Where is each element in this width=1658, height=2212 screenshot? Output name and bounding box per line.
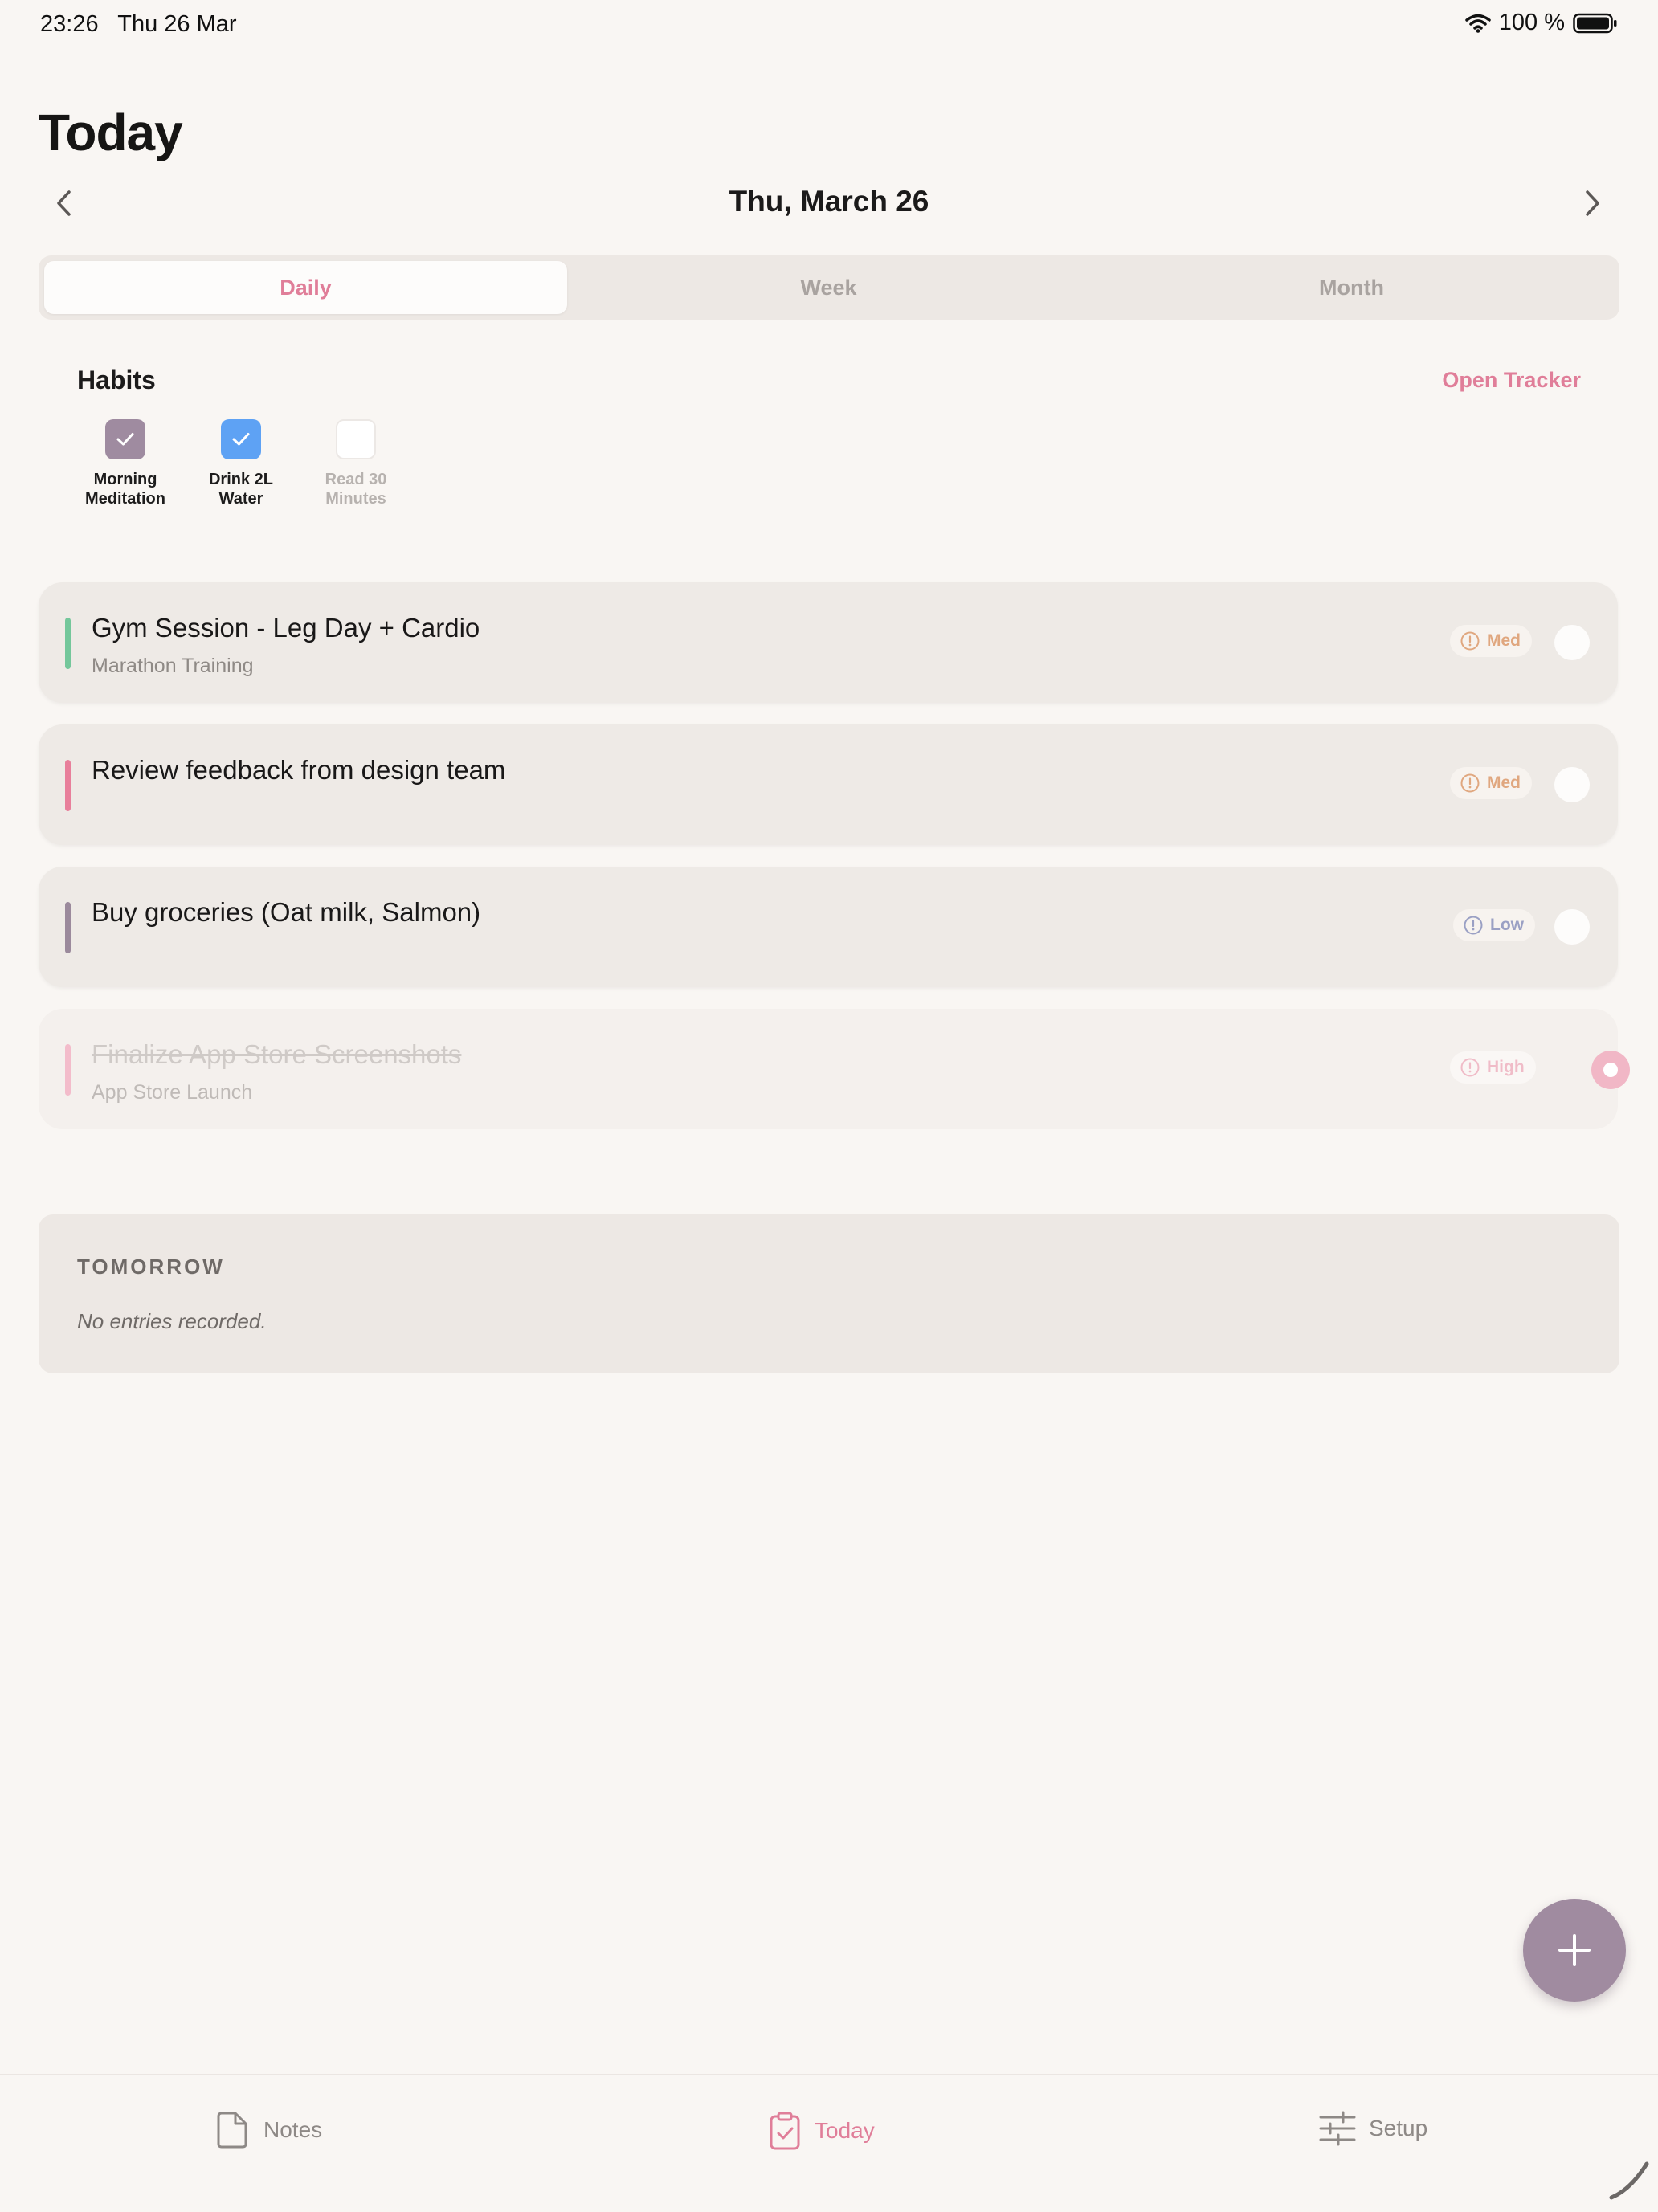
- task-title: Gym Session - Leg Day + Cardio: [92, 613, 480, 643]
- next-day-button[interactable]: [1566, 178, 1618, 229]
- priority-label: Med: [1487, 773, 1521, 792]
- priority-badge: Med: [1450, 767, 1532, 799]
- bottom-tab-bar: Notes Today Setup: [0, 2074, 1658, 2212]
- tomorrow-empty-message: No entries recorded.: [77, 1309, 267, 1333]
- habit-label: Morning Meditation: [85, 471, 165, 508]
- clipboard-check-icon: [770, 2112, 800, 2150]
- tab-label: Today: [815, 2118, 875, 2143]
- segment-week[interactable]: Week: [567, 261, 1090, 314]
- add-task-button[interactable]: [1523, 1899, 1626, 2002]
- tomorrow-section: TOMORROW No entries recorded.: [39, 1214, 1619, 1373]
- view-segmented-control: Daily Week Month: [39, 255, 1619, 320]
- task-title: Finalize App Store Screenshots: [92, 1039, 462, 1069]
- habit-checkbox[interactable]: [221, 419, 261, 459]
- task-title: Buy groceries (Oat milk, Salmon): [92, 897, 481, 927]
- document-icon: [217, 2112, 247, 2149]
- task-complete-toggle[interactable]: [1554, 909, 1590, 945]
- plus-icon: [1558, 1934, 1591, 1966]
- status-date: Thu 26 Mar: [117, 11, 237, 37]
- category-color-bar: [65, 618, 71, 669]
- task-project: App Store Launch: [92, 1081, 253, 1104]
- task-title: Review feedback from design team: [92, 755, 506, 785]
- task-project: Marathon Training: [92, 655, 254, 677]
- habit-label: Read 30 Minutes: [325, 471, 387, 508]
- chevron-right-icon: [1586, 190, 1599, 216]
- alert-circle-icon: [1460, 631, 1480, 651]
- checkmark-icon: [232, 433, 250, 446]
- priority-label: Med: [1487, 631, 1521, 650]
- task-card[interactable]: Buy groceries (Oat milk, Salmon) Low: [39, 867, 1618, 987]
- habits-heading: Habits: [77, 365, 156, 394]
- status-time: 23:26: [40, 11, 99, 37]
- priority-badge: Med: [1450, 625, 1532, 657]
- page-title: Today: [39, 104, 183, 161]
- category-color-bar: [65, 760, 71, 811]
- task-card-completed[interactable]: Finalize App Store Screenshots App Store…: [39, 1009, 1630, 1129]
- tab-label: Setup: [1369, 2116, 1428, 2141]
- battery-icon: [1573, 13, 1617, 33]
- status-bar-datetime: 23:26 Thu 26 Mar: [40, 11, 237, 38]
- task-complete-toggle[interactable]: [1591, 1051, 1630, 1089]
- priority-label: Low: [1490, 916, 1524, 934]
- current-date: Thu, March 26: [729, 185, 929, 218]
- alert-circle-icon: [1460, 1058, 1480, 1077]
- priority-label: High: [1487, 1058, 1525, 1076]
- priority-badge: Low: [1453, 909, 1535, 941]
- home-indicator-icon: [1609, 2161, 1649, 2200]
- task-card[interactable]: Review feedback from design team Med: [39, 724, 1618, 845]
- tab-setup[interactable]: Setup: [1319, 2111, 1427, 2146]
- battery-percent: 100 %: [1498, 10, 1565, 35]
- habit-label: Drink 2L Water: [208, 471, 274, 508]
- status-bar-indicators: 100 %: [1465, 10, 1618, 36]
- alert-circle-icon: [1464, 916, 1483, 935]
- category-color-bar: [65, 902, 71, 953]
- checkmark-icon: [116, 433, 134, 446]
- tab-notes[interactable]: Notes: [214, 2111, 322, 2149]
- segment-month[interactable]: Month: [1090, 261, 1613, 314]
- tomorrow-heading: TOMORROW: [77, 1255, 225, 1279]
- priority-badge: High: [1450, 1051, 1536, 1084]
- wifi-icon: [1465, 14, 1491, 33]
- task-complete-toggle[interactable]: [1554, 767, 1590, 802]
- sliders-icon: [1319, 2111, 1356, 2146]
- open-tracker-link[interactable]: Open Tracker: [1442, 368, 1581, 393]
- segment-daily[interactable]: Daily: [44, 261, 567, 314]
- category-color-bar: [65, 1044, 71, 1096]
- habit-checkbox[interactable]: [336, 419, 376, 459]
- tab-today[interactable]: Today: [768, 2111, 875, 2151]
- habit-checkbox[interactable]: [105, 419, 145, 459]
- task-card[interactable]: Gym Session - Leg Day + Cardio Marathon …: [39, 582, 1618, 703]
- task-complete-toggle[interactable]: [1554, 625, 1590, 660]
- tab-label: Notes: [263, 2117, 323, 2142]
- habit-read-30-minutes: Read 30 Minutes: [298, 419, 414, 508]
- alert-circle-icon: [1460, 773, 1480, 793]
- habit-drink-water: Drink 2L Water: [183, 419, 299, 508]
- habit-morning-meditation: Morning Meditation: [67, 419, 183, 508]
